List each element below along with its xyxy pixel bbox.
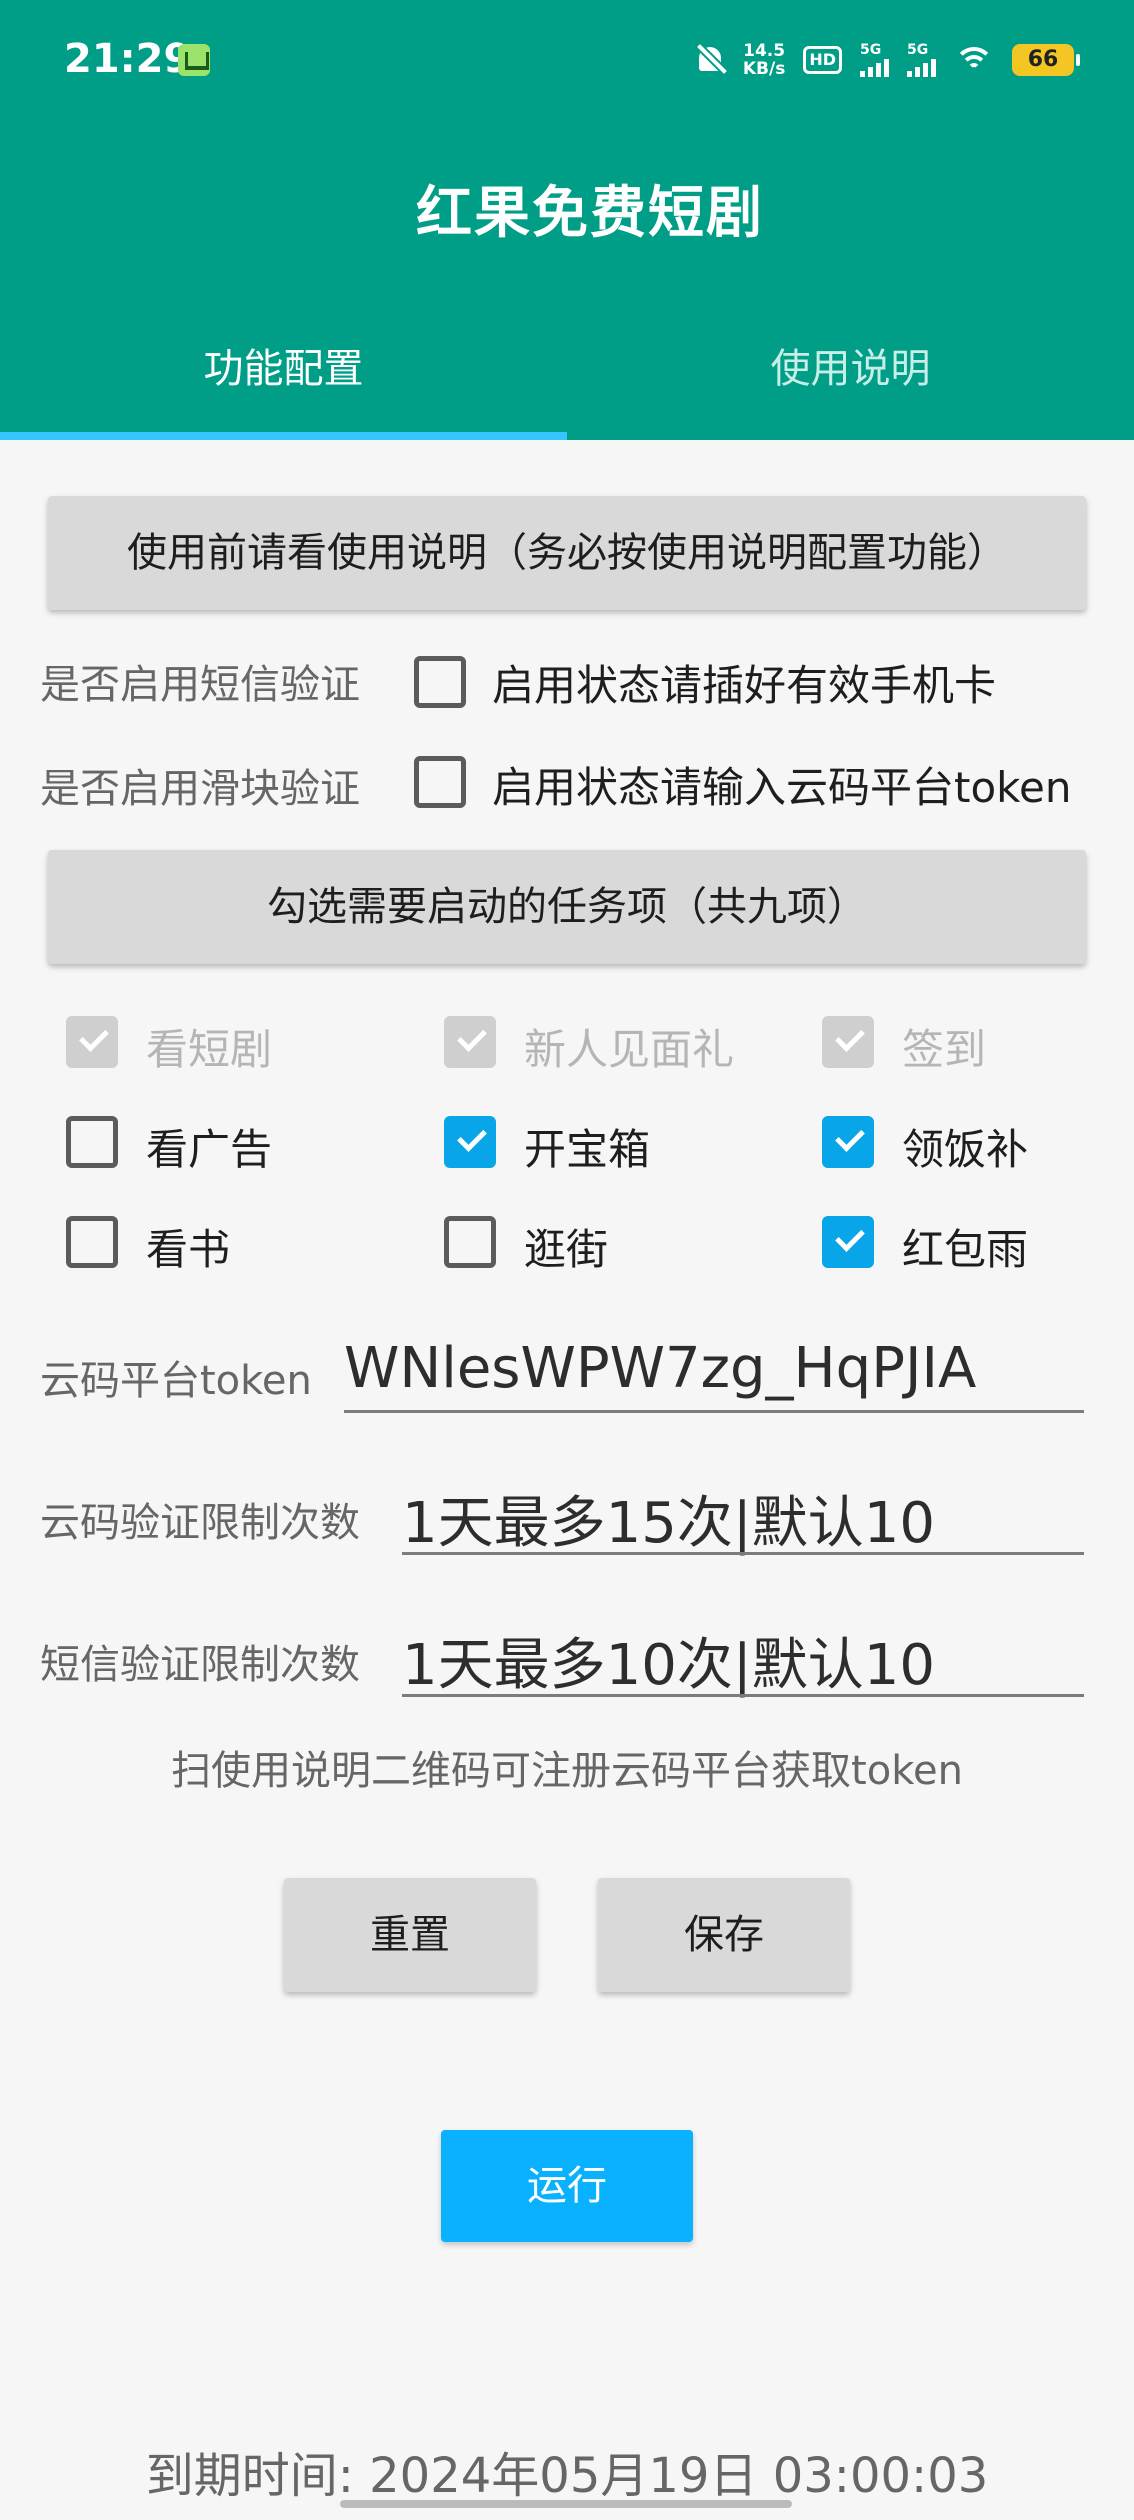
expiry-time: 到期时间: 2024年05月19日 03:00:03	[145, 2448, 989, 2504]
task-checkbox-newcomer-gift	[444, 1016, 496, 1068]
task-label-watch-drama: 看短剧	[146, 1025, 273, 1074]
slider-verify-label: 是否启用滑块验证	[40, 766, 360, 812]
tab-instructions[interactable]: 使用说明	[567, 336, 1134, 394]
sms-verify-text[interactable]: 启用状态请插好有效手机卡	[492, 652, 996, 713]
task-label-open-chest[interactable]: 开宝箱	[524, 1116, 650, 1177]
task-label-sign-in: 签到	[902, 1025, 987, 1074]
tab-config[interactable]: 功能配置	[0, 336, 567, 394]
task-checkbox-red-packet-rain[interactable]	[822, 1216, 874, 1268]
tasks-header-button[interactable]: 勾选需要启动的任务项（共九项）	[48, 850, 1086, 964]
slider-verify-checkbox[interactable]	[414, 756, 466, 808]
task-label-newcomer-gift: 新人见面礼	[524, 1025, 735, 1074]
notice-button[interactable]: 使用前请看使用说明（务必按使用说明配置功能）	[48, 496, 1086, 610]
token-input-underline	[344, 1410, 1084, 1413]
status-icons: 14.5 KB/s HD 5G 5G 66	[695, 36, 1080, 84]
signal-icon-1: 5G	[860, 43, 889, 77]
captcha-limit-underline	[402, 1552, 1084, 1555]
task-checkbox-watch-drama	[66, 1016, 118, 1068]
app-title: 红果免费短剧	[416, 181, 764, 246]
reset-button[interactable]: 重置	[284, 1878, 536, 1992]
task-label-shopping[interactable]: 逛街	[524, 1216, 608, 1277]
run-button[interactable]: 运行	[441, 2130, 693, 2242]
tab-indicator	[0, 432, 567, 440]
task-checkbox-shopping[interactable]	[444, 1216, 496, 1268]
signal-icon-2: 5G	[907, 43, 936, 77]
sms-verify-checkbox[interactable]	[414, 656, 466, 708]
token-label: 云码平台token	[40, 1358, 312, 1404]
captcha-limit-input[interactable]: 1天最多15次|默认10	[402, 1478, 935, 1559]
status-time: 21:29	[64, 36, 192, 82]
task-checkbox-sign-in	[822, 1016, 874, 1068]
task-label-meal-subsidy[interactable]: 领饭补	[902, 1116, 1028, 1177]
app-bar: 21:29 14.5 KB/s HD 5G 5G 66 红果免费短剧 功能配置 …	[0, 0, 1134, 440]
wifi-icon	[954, 45, 994, 75]
status-bar: 21:29 14.5 KB/s HD 5G 5G 66	[0, 0, 1134, 120]
token-hint: 扫使用说明二维码可注册云码平台获取token	[171, 1748, 963, 1794]
battery-icon: 66	[1012, 44, 1080, 76]
app-notification-icon	[178, 44, 210, 76]
task-checkbox-meal-subsidy[interactable]	[822, 1116, 874, 1168]
net-speed: 14.5 KB/s	[742, 41, 786, 79]
task-label-read-book[interactable]: 看书	[146, 1216, 230, 1277]
sms-limit-underline	[402, 1694, 1084, 1697]
mute-icon	[695, 43, 727, 77]
sms-limit-input[interactable]: 1天最多10次|默认10	[402, 1620, 935, 1701]
task-label-red-packet-rain[interactable]: 红包雨	[902, 1216, 1028, 1277]
home-indicator[interactable]	[340, 2500, 792, 2508]
task-checkbox-read-book[interactable]	[66, 1216, 118, 1268]
hd-voice-icon: HD	[803, 46, 842, 74]
token-input[interactable]: WNlesWPW7zg_HqPJIA	[344, 1336, 976, 1401]
captcha-limit-label: 云码验证限制次数	[40, 1500, 360, 1546]
task-checkbox-watch-ads[interactable]	[66, 1116, 118, 1168]
task-label-watch-ads[interactable]: 看广告	[146, 1116, 272, 1177]
sms-verify-label: 是否启用短信验证	[40, 662, 360, 708]
slider-verify-text[interactable]: 启用状态请输入云码平台token	[492, 754, 1071, 815]
sms-limit-label: 短信验证限制次数	[40, 1642, 360, 1688]
task-checkbox-open-chest[interactable]	[444, 1116, 496, 1168]
save-button[interactable]: 保存	[598, 1878, 850, 1992]
